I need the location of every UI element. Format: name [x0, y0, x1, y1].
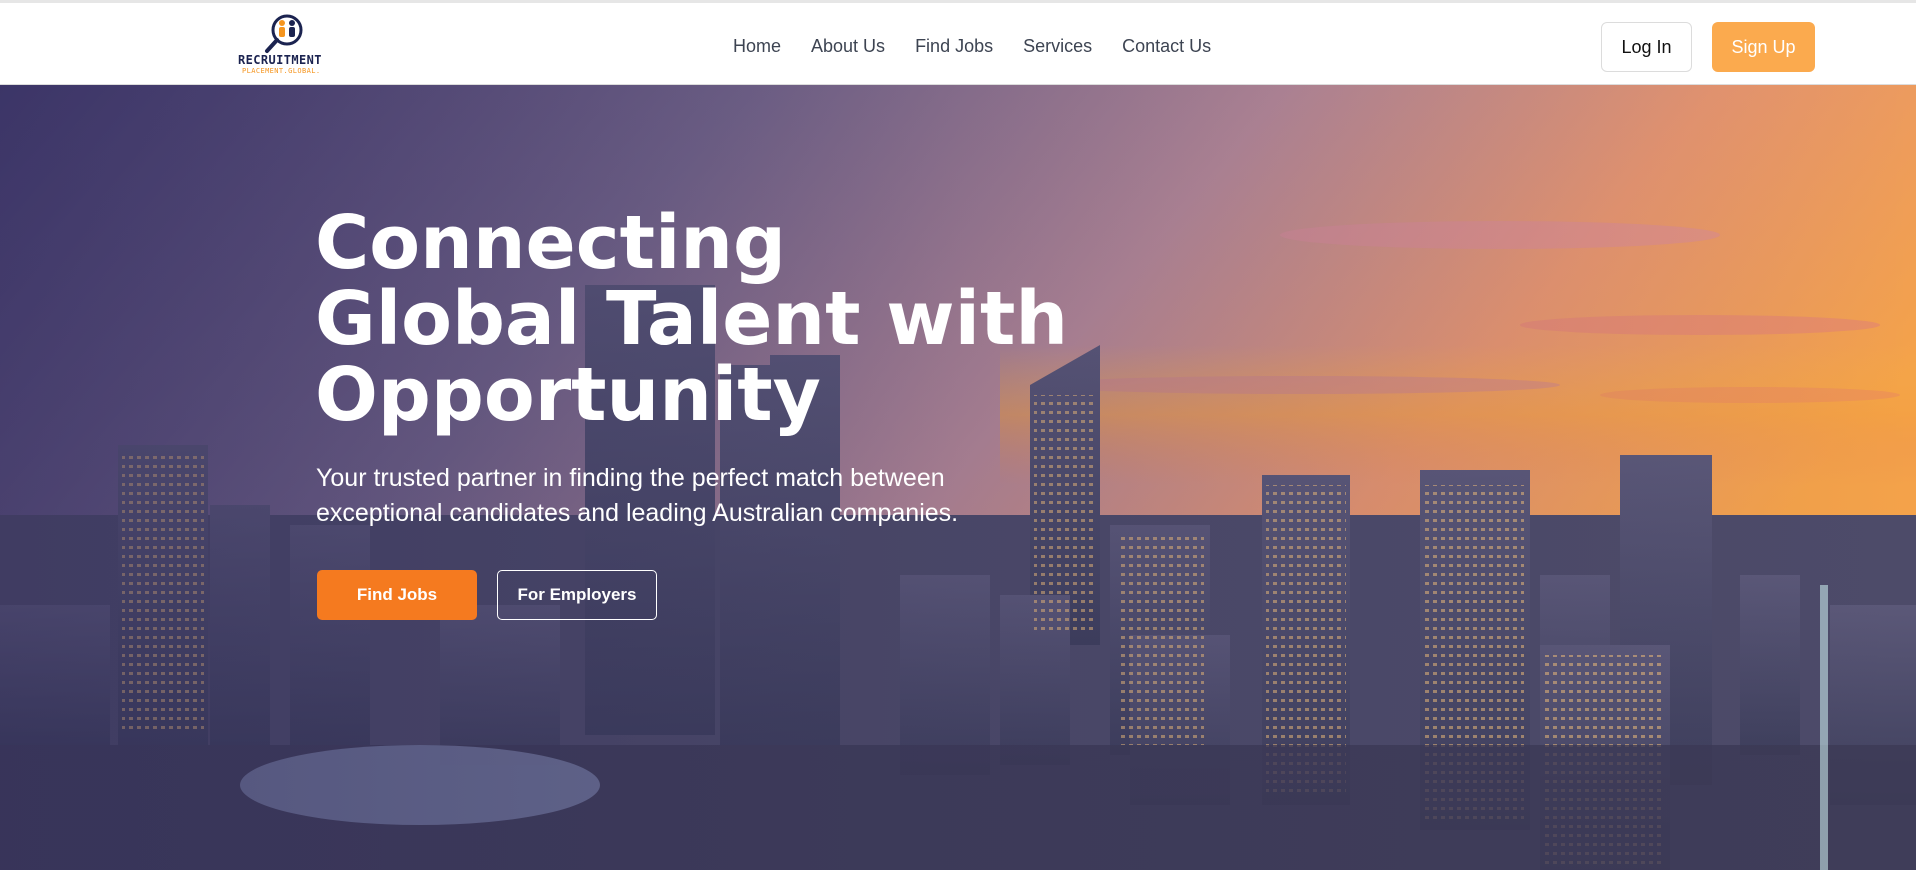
- nav-link-find-jobs[interactable]: Find Jobs: [915, 36, 993, 57]
- site-header: RECRUITMENT PLACEMENT.GLOBAL. Home About…: [0, 0, 1916, 85]
- hero-title-line: Connecting: [315, 200, 786, 286]
- nav-link-about-us[interactable]: About Us: [811, 36, 885, 57]
- find-jobs-button[interactable]: Find Jobs: [317, 570, 477, 620]
- hero-subtitle-line: exceptional candidates and leading Austr…: [316, 499, 959, 527]
- nav-link-home[interactable]: Home: [733, 36, 781, 57]
- main-nav: Home About Us Find Jobs Services Contact…: [733, 36, 1211, 57]
- nav-link-services[interactable]: Services: [1023, 36, 1092, 57]
- for-employers-button[interactable]: For Employers: [497, 570, 657, 620]
- hero-title: Connecting Global Talent with Opportunit…: [315, 200, 1069, 438]
- brand-logo[interactable]: RECRUITMENT PLACEMENT.GLOBAL.: [235, 13, 335, 77]
- hero-title-line: Global Talent with: [315, 276, 1069, 362]
- hero-subtitle: Your trusted partner in finding the perf…: [316, 461, 1016, 531]
- nav-link-contact-us[interactable]: Contact Us: [1122, 36, 1211, 57]
- login-button[interactable]: Log In: [1601, 22, 1692, 72]
- hero-subtitle-line: Your trusted partner in finding the perf…: [316, 464, 945, 492]
- brand-name: RECRUITMENT: [238, 53, 322, 67]
- hero-title-line: Opportunity: [315, 352, 821, 438]
- brand-tagline: PLACEMENT.GLOBAL.: [242, 67, 321, 75]
- signup-button[interactable]: Sign Up: [1712, 22, 1815, 72]
- hero-section: Connecting Global Talent with Opportunit…: [0, 85, 1916, 870]
- magnifier-people-icon: [265, 14, 303, 53]
